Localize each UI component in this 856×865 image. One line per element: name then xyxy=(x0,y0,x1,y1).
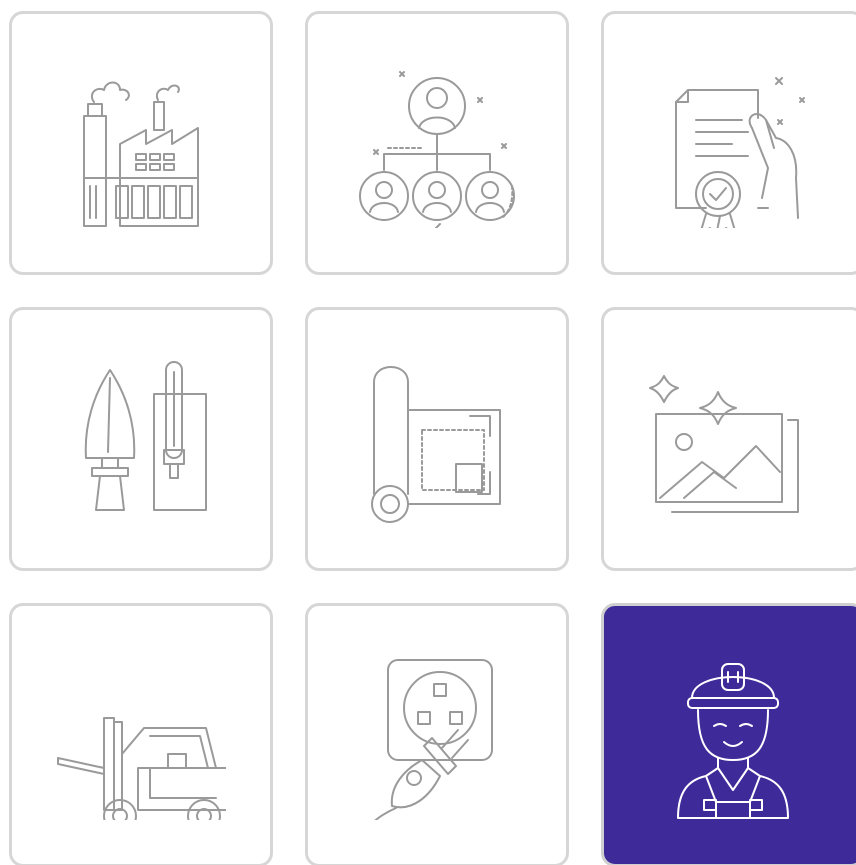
tile-factory[interactable] xyxy=(9,11,273,275)
certificate-icon xyxy=(675,77,805,228)
tile-trowel-tools[interactable] xyxy=(9,307,273,571)
power-plug-icon xyxy=(374,659,493,820)
tile-team-hierarchy[interactable] xyxy=(305,11,569,275)
icon-grid xyxy=(0,0,856,865)
image-gallery-icon xyxy=(649,375,799,513)
forklift-icon xyxy=(57,717,226,820)
tile-blueprint[interactable] xyxy=(305,307,569,571)
tile-construction-worker[interactable] xyxy=(601,603,856,865)
tile-certificate[interactable] xyxy=(601,11,856,275)
factory-icon xyxy=(83,81,199,227)
tile-forklift[interactable] xyxy=(9,603,273,865)
tile-power-plug[interactable] xyxy=(305,603,569,865)
tile-image-gallery[interactable] xyxy=(601,307,856,571)
team-hierarchy-icon xyxy=(359,71,515,228)
construction-worker-icon xyxy=(677,663,789,819)
blueprint-icon xyxy=(371,366,501,523)
trowel-tools-icon xyxy=(84,361,207,511)
